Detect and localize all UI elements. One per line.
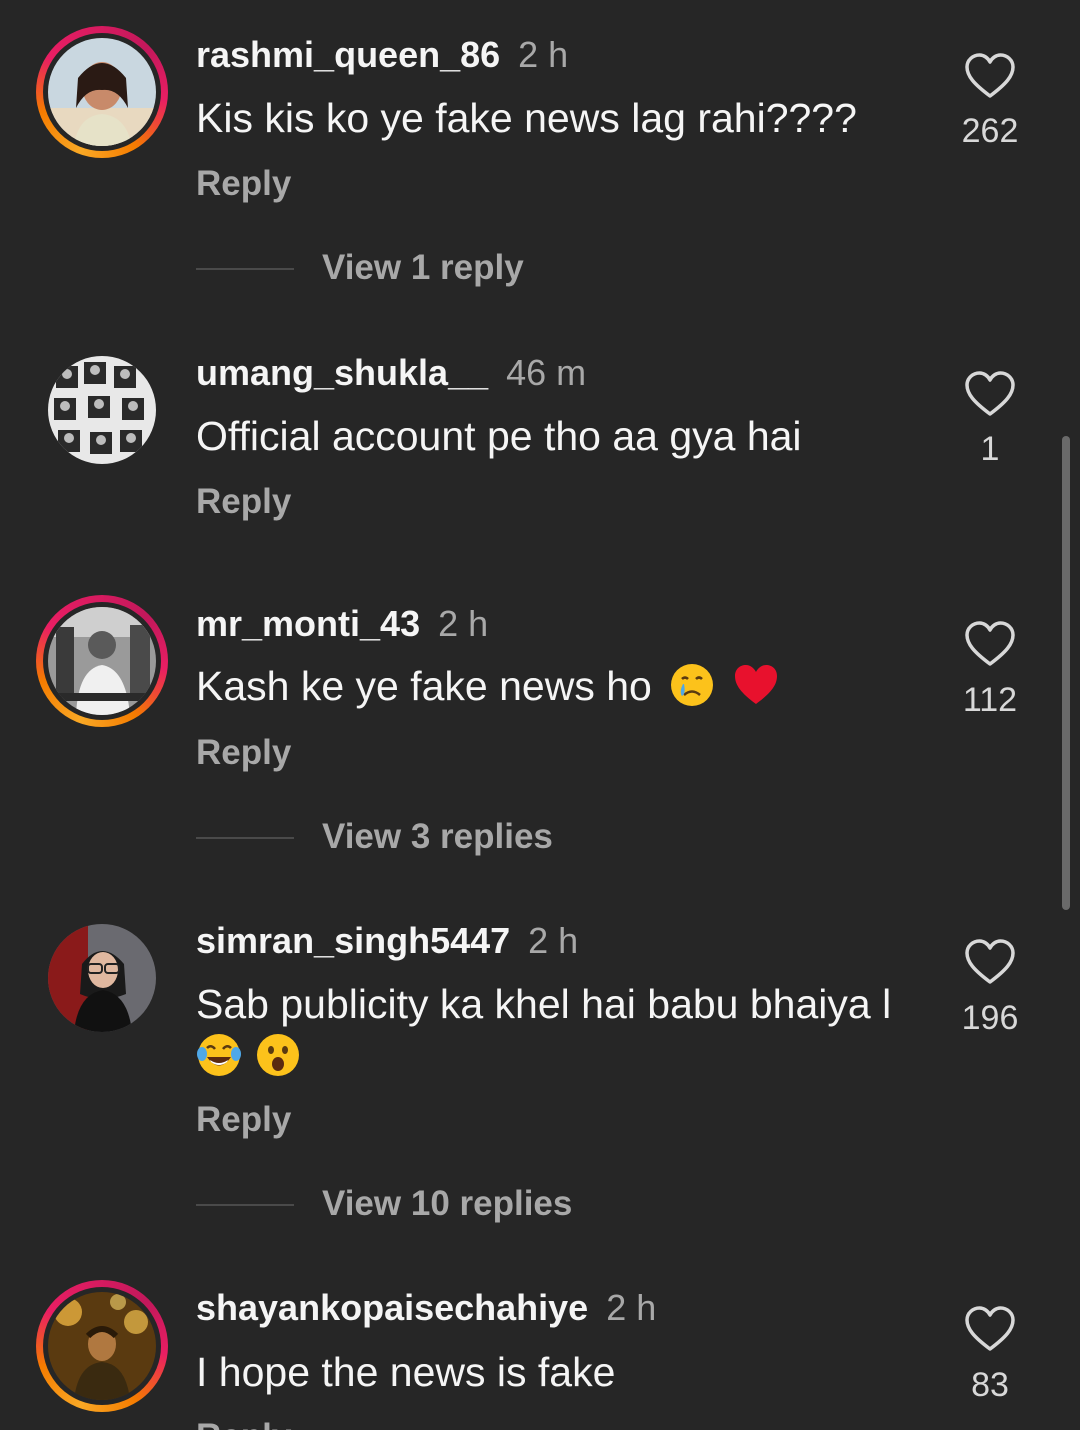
heart-icon[interactable] bbox=[964, 938, 1016, 986]
comment-text: Official account pe tho aa gya hai bbox=[196, 413, 802, 459]
view-replies-label[interactable]: View 1 reply bbox=[322, 248, 524, 288]
tears-of-joy-emoji bbox=[197, 1034, 241, 1076]
username[interactable]: simran_singh5447 bbox=[196, 920, 510, 961]
comment-header: simran_singh5447 2 h bbox=[196, 920, 578, 962]
reply-button[interactable]: Reply bbox=[196, 164, 291, 204]
avatar-story-ring[interactable] bbox=[36, 1280, 168, 1412]
timestamp: 2 h bbox=[438, 603, 489, 644]
avatar-wrapper[interactable] bbox=[36, 344, 168, 476]
username[interactable]: umang_shukla__ bbox=[196, 352, 488, 393]
avatar[interactable] bbox=[48, 924, 156, 1032]
divider-line bbox=[196, 268, 294, 270]
avatar[interactable] bbox=[48, 1292, 156, 1400]
comment-text: Sab publicity ka khel hai babu bhaiya l bbox=[196, 978, 916, 1082]
like-count: 1 bbox=[980, 430, 1000, 468]
like-count: 262 bbox=[961, 112, 1019, 150]
comment-header: umang_shukla__ 46 m bbox=[196, 352, 586, 394]
username[interactable]: rashmi_queen_86 bbox=[196, 34, 500, 75]
red-heart-emoji bbox=[734, 665, 777, 704]
timestamp: 2 h bbox=[518, 34, 569, 75]
avatar[interactable] bbox=[48, 38, 156, 146]
comment-text: I hope the news is fake bbox=[196, 1349, 616, 1395]
timestamp: 2 h bbox=[528, 920, 579, 961]
reply-button[interactable]: Reply bbox=[196, 482, 291, 522]
timestamp: 2 h bbox=[606, 1287, 657, 1328]
timestamp: 46 m bbox=[506, 352, 587, 393]
comment-header: rashmi_queen_86 2 h bbox=[196, 34, 568, 76]
avatar-story-ring[interactable] bbox=[36, 26, 168, 158]
avatar-wrapper[interactable] bbox=[36, 912, 168, 1044]
view-replies-label[interactable]: View 3 replies bbox=[322, 817, 553, 857]
heart-icon[interactable] bbox=[964, 1305, 1016, 1353]
scrollbar[interactable] bbox=[1062, 436, 1070, 910]
reply-button[interactable]: Reply bbox=[196, 1417, 291, 1430]
comments-screen: rashmi_queen_86 2 h Kis kis ko ye fake ne… bbox=[0, 0, 1080, 1430]
heart-icon[interactable] bbox=[964, 370, 1016, 418]
reply-button[interactable]: Reply bbox=[196, 1100, 291, 1140]
avatar[interactable] bbox=[48, 356, 156, 464]
comment-text: Kash ke ye fake news ho bbox=[196, 660, 916, 712]
crying-face-emoji bbox=[671, 664, 714, 706]
comment-header: mr_monti_43 2 h bbox=[196, 603, 488, 645]
astonished-face-emoji bbox=[257, 1034, 300, 1076]
divider-line bbox=[196, 1204, 294, 1206]
view-replies-label[interactable]: View 10 replies bbox=[322, 1184, 572, 1224]
like-count: 196 bbox=[961, 999, 1019, 1037]
username[interactable]: shayankopaisechahiye bbox=[196, 1287, 588, 1328]
avatar-story-ring[interactable] bbox=[36, 595, 168, 727]
comment-header: shayankopaisechahiye 2 h bbox=[196, 1287, 656, 1329]
like-count: 112 bbox=[962, 681, 1018, 719]
username[interactable]: mr_monti_43 bbox=[196, 603, 420, 644]
divider-line bbox=[196, 837, 294, 839]
avatar[interactable] bbox=[48, 607, 156, 715]
heart-icon[interactable] bbox=[964, 620, 1016, 668]
like-count: 83 bbox=[971, 1366, 1009, 1404]
heart-icon[interactable] bbox=[964, 52, 1016, 100]
comment-text: Kis kis ko ye fake news lag rahi???? bbox=[196, 95, 857, 141]
reply-button[interactable]: Reply bbox=[196, 733, 291, 773]
